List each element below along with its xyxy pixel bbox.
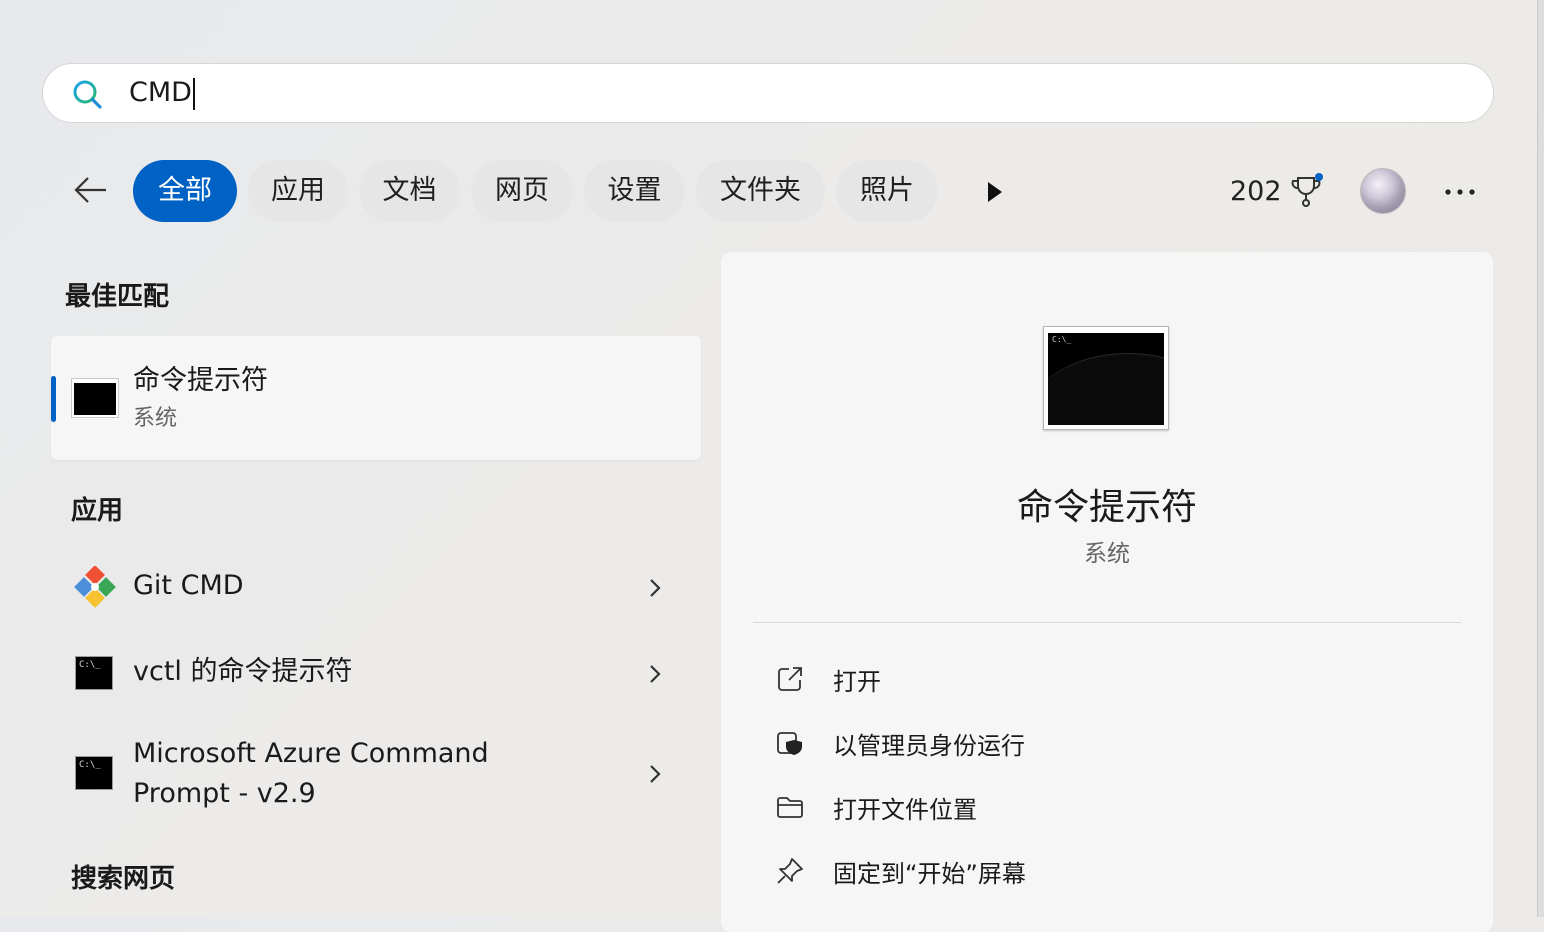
filter-chip-settings[interactable]: 设置 — [584, 160, 685, 222]
action-label: 以管理员身份运行 — [833, 732, 1025, 760]
action-open[interactable]: 打开 — [775, 660, 1175, 700]
section-title-best-match: 最佳匹配 — [65, 282, 170, 312]
search-icon — [73, 80, 102, 109]
best-match-type: 系统 — [133, 406, 178, 431]
section-title-apps: 应用 — [71, 496, 124, 526]
app-item-azure-command-prompt[interactable]: C:\_ Microsoft Azure Command Prompt - v2… — [51, 734, 701, 818]
detail-subtitle: 系统 — [1084, 541, 1130, 567]
app-name-azure-line1: Microsoft Azure Command — [133, 738, 489, 769]
chevron-right-icon[interactable] — [647, 576, 663, 600]
best-match-name: 命令提示符 — [133, 365, 268, 396]
app-name-azure-line2: Prompt - v2.9 — [133, 778, 316, 809]
more-filters-icon[interactable] — [984, 178, 1006, 206]
filter-chip-all[interactable]: 全部 — [133, 160, 237, 222]
action-label: 固定到“开始”屏幕 — [833, 860, 1026, 888]
detail-title: 命令提示符 — [1016, 487, 1197, 528]
action-label: 打开文件位置 — [833, 796, 977, 824]
action-open-file-location[interactable]: 打开文件位置 — [775, 788, 1175, 828]
section-title-web-search: 搜索网页 — [71, 864, 176, 894]
divider — [753, 622, 1461, 623]
best-match-item[interactable]: 命令提示符 系统 — [51, 336, 701, 460]
detail-panel: C:\_ 命令提示符 系统 打开 以管理员身份运行 打开文件位置 固定到“开始”… — [721, 252, 1493, 932]
filter-chip-web[interactable]: 网页 — [471, 160, 573, 222]
action-pin-to-start[interactable]: 固定到“开始”屏幕 — [775, 852, 1175, 892]
window-edge — [1537, 0, 1544, 917]
app-item-vctl[interactable]: C:\_ vctl 的命令提示符 — [51, 648, 701, 698]
text-caret — [192, 77, 195, 110]
avatar[interactable] — [1360, 168, 1406, 214]
command-prompt-icon: C:\_ — [75, 656, 113, 690]
chevron-right-icon[interactable] — [647, 762, 663, 786]
action-label: 打开 — [833, 668, 881, 696]
app-name-git-cmd: Git CMD — [133, 570, 244, 601]
filter-chip-folders[interactable]: 文件夹 — [696, 160, 825, 222]
back-arrow-icon[interactable] — [70, 170, 110, 210]
filter-chip-photos[interactable]: 照片 — [836, 160, 938, 222]
rewards-points: 202 — [1230, 176, 1282, 207]
pin-icon — [777, 858, 803, 884]
selection-indicator — [51, 376, 56, 422]
search-input[interactable]: CMD — [129, 75, 195, 111]
more-options-icon[interactable] — [1440, 178, 1480, 206]
filter-chip-documents[interactable]: 文档 — [359, 160, 460, 222]
action-run-as-admin[interactable]: 以管理员身份运行 — [775, 724, 1175, 764]
command-prompt-large-icon: C:\_ — [1043, 326, 1169, 430]
command-prompt-icon: C:\_ — [75, 756, 113, 790]
chevron-right-icon[interactable] — [647, 662, 663, 686]
filter-chip-apps[interactable]: 应用 — [248, 160, 348, 222]
git-cmd-icon — [74, 566, 116, 608]
app-name-vctl: vctl 的命令提示符 — [133, 656, 353, 687]
command-prompt-icon — [71, 378, 119, 418]
open-external-icon — [778, 667, 802, 691]
shield-icon — [777, 732, 802, 755]
app-item-git-cmd[interactable]: Git CMD — [51, 562, 701, 612]
folder-icon — [777, 797, 803, 818]
trophy-icon[interactable] — [1290, 172, 1324, 210]
search-box[interactable]: CMD — [42, 63, 1494, 123]
